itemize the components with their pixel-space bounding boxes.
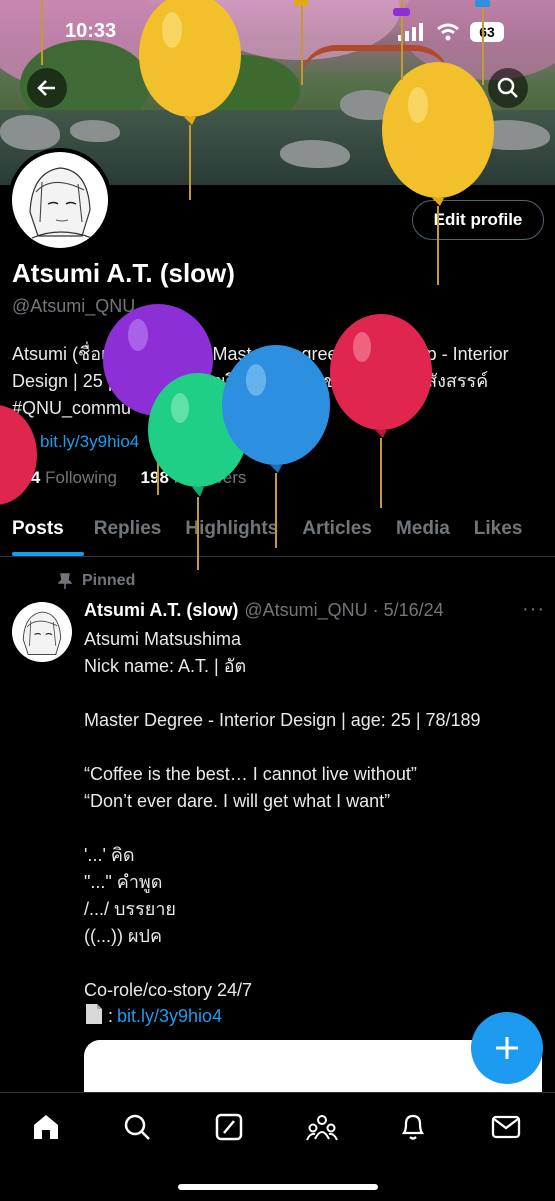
profile-bio: Atsumi (ชื่อเล่น เอที | อัต) Master Dreg… xyxy=(12,344,509,418)
document-icon xyxy=(84,1003,104,1030)
pin-icon xyxy=(58,573,72,589)
post-doc-line: : bit.ly/3y9hio4 xyxy=(84,1003,222,1030)
signal-icon xyxy=(398,23,423,41)
edit-profile-button[interactable]: Edit profile xyxy=(412,200,544,240)
followers-count[interactable]: 198 xyxy=(141,468,169,487)
status-icons: 63 xyxy=(398,22,504,42)
follow-stats: 224 Following 198 Followers xyxy=(12,468,246,488)
pinned-indicator: Pinned xyxy=(58,572,135,590)
plus-icon xyxy=(496,1037,518,1059)
pinned-label: Pinned xyxy=(82,572,136,589)
home-icon[interactable] xyxy=(26,1107,66,1147)
home-indicator xyxy=(178,1184,378,1190)
tab-likes[interactable]: Likes xyxy=(462,510,535,556)
profile-avatar[interactable] xyxy=(8,148,112,252)
joined-date: Joined May 2024 xyxy=(177,431,307,451)
notifications-icon[interactable] xyxy=(393,1107,433,1147)
profile-name: Atsumi A.T. (slow) xyxy=(12,258,235,288)
tab-posts[interactable]: Posts xyxy=(0,510,84,556)
post-handle-date: @Atsumi_QNU · 5/16/24 xyxy=(244,600,444,620)
explore-icon[interactable] xyxy=(117,1107,157,1147)
post-header: Atsumi A.T. (slow) @Atsumi_QNU · 5/16/24 xyxy=(84,600,444,621)
tab-replies[interactable]: Replies xyxy=(76,510,174,556)
profile-handle: @Atsumi_QNU xyxy=(12,296,136,316)
tab-media[interactable]: Media xyxy=(384,510,462,556)
profile-link[interactable]: bit.ly/3y9hio4 xyxy=(40,432,139,452)
messages-icon[interactable] xyxy=(486,1107,526,1147)
communities-icon[interactable] xyxy=(302,1107,342,1147)
post-text: Atsumi Matsushima Nick name: A.T. | อัต … xyxy=(84,629,481,1000)
post-doc-link[interactable]: bit.ly/3y9hio4 xyxy=(117,1006,222,1027)
tab-articles[interactable]: Articles xyxy=(290,510,384,556)
search-button[interactable] xyxy=(488,68,528,108)
link-icon xyxy=(12,430,30,453)
post-author[interactable]: Atsumi A.T. (slow) xyxy=(84,600,238,621)
arrow-left-icon xyxy=(37,80,55,96)
wifi-icon xyxy=(437,23,459,41)
following-count[interactable]: 224 xyxy=(12,468,40,487)
post-avatar[interactable] xyxy=(12,602,72,662)
followers-label[interactable]: Followers xyxy=(174,468,247,487)
battery-icon: 63 xyxy=(470,22,504,42)
profile-meta: bit.ly/3y9hio4 Joined May 2024 xyxy=(12,430,307,453)
compose-button[interactable] xyxy=(471,1012,543,1084)
following-label[interactable]: Following xyxy=(45,468,117,487)
profile-tabs: Posts Replies Highlights Articles Media … xyxy=(0,510,555,557)
back-button[interactable] xyxy=(27,68,67,108)
tab-highlights[interactable]: Highlights xyxy=(173,510,290,556)
status-time: 10:33 xyxy=(65,20,117,42)
grok-icon[interactable] xyxy=(209,1107,249,1147)
more-options-icon[interactable]: ··· xyxy=(522,598,545,621)
search-icon xyxy=(497,77,518,98)
calendar-icon xyxy=(149,430,167,453)
